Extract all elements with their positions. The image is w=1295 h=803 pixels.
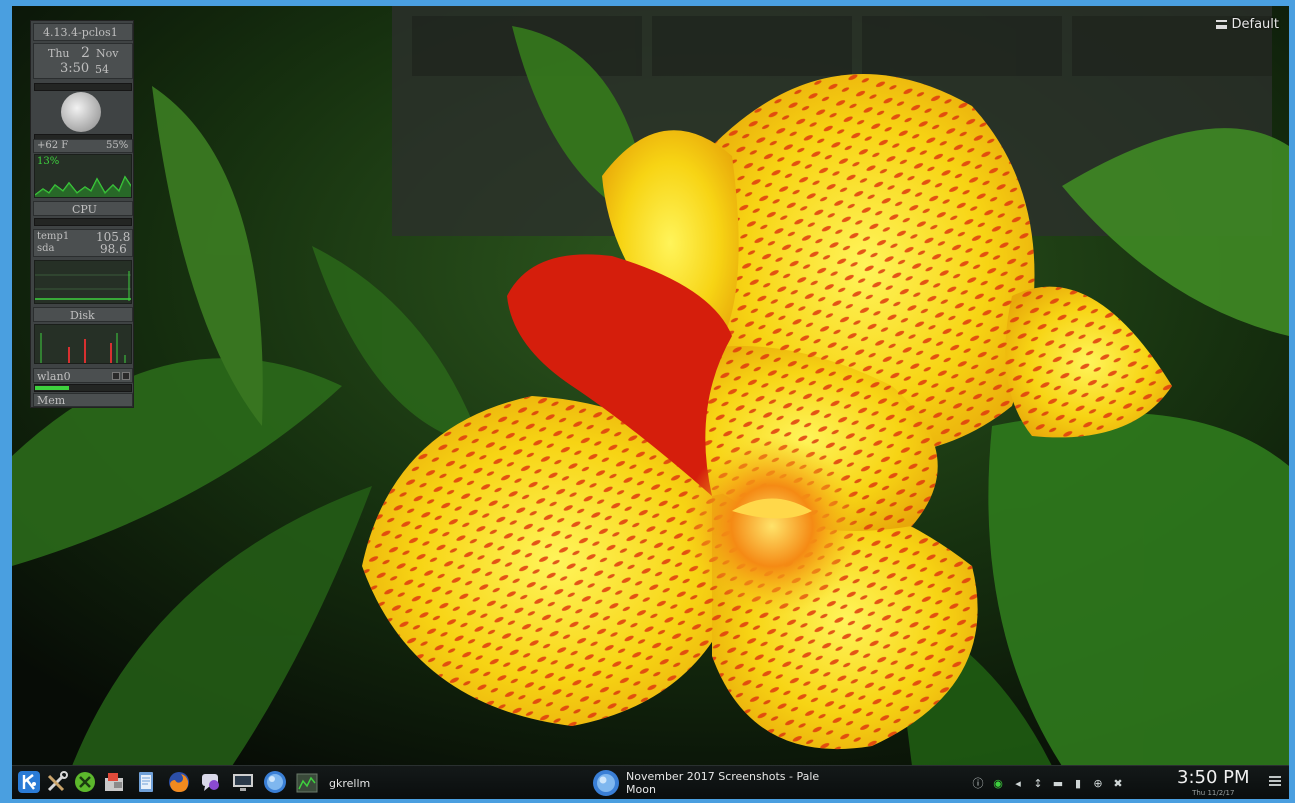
digital-clock[interactable]: 3:50 PM Thu 11/2/17 <box>1177 767 1250 797</box>
clock-time: 3:50 PM <box>1177 767 1250 788</box>
task-label-palemoon-line2: Moon <box>626 783 656 796</box>
xfce-launcher[interactable] <box>72 769 98 795</box>
desktop-layout-switcher[interactable]: Default <box>1215 17 1280 32</box>
gk-month: Nov <box>96 47 119 60</box>
gk-cpu-bar <box>34 218 132 226</box>
tools-tray-icon[interactable]: ✖ <box>1112 776 1124 790</box>
task-palemoon[interactable]: November 2017 Screenshots - Pale Moon <box>592 766 892 799</box>
sensor-name-sda: sda <box>37 243 55 254</box>
gk-mem-label: Mem <box>37 394 66 407</box>
monitor-launcher[interactable] <box>230 769 256 795</box>
gk-mem-bar <box>34 384 132 392</box>
sensor-value-sda: 98.6 <box>100 242 127 256</box>
panel-menu-button[interactable] <box>1269 776 1281 788</box>
gk-seconds: 54 <box>95 63 109 76</box>
moon-phase-icon <box>61 92 101 132</box>
net-led-tx-icon <box>122 372 130 380</box>
gk-cpu-label-panel: CPU <box>33 201 133 216</box>
gk-date-num: 2 <box>81 45 90 61</box>
xfce-icon <box>75 772 95 792</box>
sensor-chart <box>34 260 132 304</box>
bluetooth-icon[interactable]: ⊕ <box>1092 776 1104 790</box>
task-gkrellm[interactable]: gkrellm <box>295 766 445 799</box>
chat-launcher[interactable] <box>198 769 224 795</box>
gk-temp-left: +62 F <box>37 140 69 151</box>
wallpaper-flower <box>12 6 1289 766</box>
sensor-name-temp1: temp1 <box>37 231 70 242</box>
gk-disk-label-panel: Disk <box>33 307 133 322</box>
package-manager-icon <box>105 773 123 791</box>
wifi-icon[interactable]: ◉ <box>992 776 1004 790</box>
notes-icon <box>139 772 153 792</box>
hamburger-icon <box>1269 776 1281 778</box>
task-label-palemoon-line1: November 2017 Screenshots - Pale <box>626 770 820 783</box>
palemoon-icon <box>593 770 619 796</box>
clock-date: Thu 11/2/17 <box>1192 789 1235 797</box>
palemoon-icon <box>264 771 286 793</box>
desktop-screen: Default 4.13.4-pclos1 Thu 2 Nov 3:50 54 … <box>12 6 1289 799</box>
task-label-gkrellm: gkrellm <box>329 776 371 790</box>
kde-menu-icon <box>18 771 40 793</box>
gk-moon-bar-top <box>34 83 132 91</box>
chat-icon <box>202 774 219 791</box>
info-icon[interactable]: ⓘ <box>972 776 984 790</box>
cpu-graph <box>35 175 131 197</box>
network-icon[interactable]: ▬ <box>1052 776 1064 790</box>
gk-sensors-panel: temp1 105.8 sda 98.6 <box>33 229 133 257</box>
gk-hostname: 4.13.4-pclos1 <box>43 26 118 39</box>
gk-net-label: wlan0 <box>37 370 71 383</box>
net-led-rx-icon <box>112 372 120 380</box>
disk-chart <box>34 324 132 364</box>
gk-disk-label: Disk <box>70 309 95 322</box>
gkrellm-monitor[interactable]: 4.13.4-pclos1 Thu 2 Nov 3:50 54 +62 F 55… <box>30 20 134 408</box>
gk-day: Thu <box>48 47 70 60</box>
sensor-graph <box>35 271 131 301</box>
gk-hostname-panel: 4.13.4-pclos1 <box>33 23 133 41</box>
application-launcher[interactable] <box>16 769 42 795</box>
battery-icon[interactable]: ▮ <box>1072 776 1084 790</box>
gk-cpu-label: CPU <box>72 203 97 216</box>
mem-bar-fill <box>35 386 69 390</box>
gk-net-panel: wlan0 <box>33 368 133 383</box>
notes-launcher[interactable] <box>133 769 159 795</box>
hamburger-icon <box>1215 20 1227 29</box>
cpu-chart: 13% <box>34 154 132 198</box>
gk-temp-panel: +62 F 55% <box>33 139 133 153</box>
gk-mem-panel: Mem <box>33 393 133 407</box>
firefox-launcher[interactable] <box>166 769 192 795</box>
gk-time: 3:50 <box>60 61 90 76</box>
monitor-icon <box>233 774 253 791</box>
system-tray: ⓘ ◉ ◂ ↕ ▬ ▮ ⊕ ✖ <box>972 766 1124 799</box>
tools-icon <box>47 771 68 792</box>
gk-temp-right: 55% <box>106 140 129 151</box>
usb-icon[interactable]: ↕ <box>1032 776 1044 790</box>
gk-clock-panel: Thu 2 Nov 3:50 54 <box>33 43 133 79</box>
layout-label: Default <box>1231 17 1280 32</box>
tools-launcher[interactable] <box>44 769 70 795</box>
firefox-icon <box>169 772 189 792</box>
gkrellm-icon <box>296 773 318 793</box>
taskbar: gkrellm November 2017 Screenshots - Pale… <box>12 765 1289 799</box>
palemoon-launcher[interactable] <box>262 769 288 795</box>
disk-graph <box>40 333 126 363</box>
volume-icon[interactable]: ◂ <box>1012 776 1024 790</box>
package-manager-launcher[interactable] <box>101 769 127 795</box>
